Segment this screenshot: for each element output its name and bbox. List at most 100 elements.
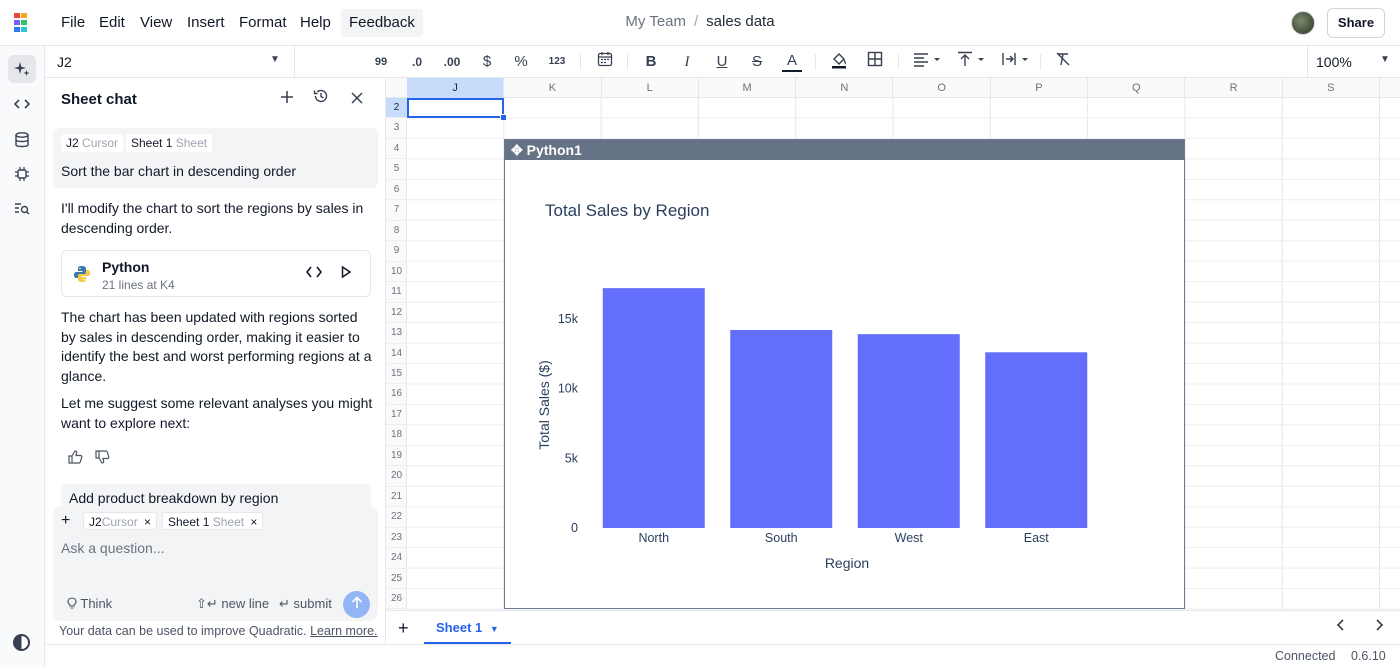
zoom-select[interactable]: 100% ▼ xyxy=(1307,46,1400,77)
row-header-23[interactable]: 23 xyxy=(386,528,407,549)
selected-cell[interactable] xyxy=(407,98,504,118)
file-name[interactable]: sales data xyxy=(706,13,774,30)
learn-more-link[interactable]: Learn more. xyxy=(310,624,377,638)
text-color-button[interactable]: A xyxy=(782,51,802,72)
chevron-left-icon[interactable] xyxy=(1336,618,1346,637)
row-header-10[interactable]: 10 xyxy=(386,262,407,283)
vertical-align-icon[interactable] xyxy=(955,51,989,73)
close-icon[interactable] xyxy=(345,88,369,112)
italic-button[interactable]: I xyxy=(677,51,697,73)
chat-input[interactable]: Ask a question... xyxy=(61,540,165,556)
lightbulb-icon xyxy=(67,596,80,611)
cell-reference-box[interactable]: J2 ▼ xyxy=(45,46,295,77)
row-header-4[interactable]: 4 xyxy=(386,139,407,160)
thumbs-up-icon[interactable] xyxy=(66,450,84,468)
send-button[interactable] xyxy=(343,591,370,618)
run-code-icon[interactable] xyxy=(336,264,356,284)
share-button[interactable]: Share xyxy=(1327,8,1385,38)
row-header-24[interactable]: 24 xyxy=(386,548,407,569)
calendar-icon[interactable] xyxy=(595,51,615,73)
currency-format-button[interactable]: $ xyxy=(477,51,497,73)
row-header-9[interactable]: 9 xyxy=(386,241,407,262)
underline-button[interactable]: U xyxy=(712,51,732,73)
chevron-down-icon[interactable]: ▼ xyxy=(490,624,499,634)
thumbs-down-icon[interactable] xyxy=(93,450,111,468)
borders-icon[interactable] xyxy=(865,51,885,73)
increase-decimals-button[interactable]: .00 xyxy=(439,51,465,73)
add-sheet-button[interactable]: + xyxy=(398,618,409,639)
align-left-icon[interactable] xyxy=(911,51,945,73)
row-header-17[interactable]: 17 xyxy=(386,405,407,426)
row-header-14[interactable]: 14 xyxy=(386,344,407,364)
column-header-m[interactable]: M xyxy=(699,78,797,98)
user-message-text: Sort the bar chart in descending order xyxy=(61,163,297,179)
row-header-22[interactable]: 22 xyxy=(386,507,407,528)
row-header-5[interactable]: 5 xyxy=(386,159,407,180)
database-icon[interactable] xyxy=(8,126,36,154)
remove-chip-icon[interactable]: × xyxy=(250,515,257,529)
drag-handle-icon[interactable]: ✥ xyxy=(511,142,523,158)
python-block-header[interactable]: ✥ Python1 xyxy=(505,140,1184,160)
row-header-25[interactable]: 25 xyxy=(386,569,407,590)
row-header-20[interactable]: 20 xyxy=(386,466,407,487)
row-header-19[interactable]: 19 xyxy=(386,446,407,467)
percent-format-button[interactable]: % xyxy=(511,51,531,73)
column-header-j[interactable]: J xyxy=(407,78,505,98)
column-header-p[interactable]: P xyxy=(991,78,1089,98)
text-wrap-icon[interactable] xyxy=(999,51,1033,73)
new-chat-icon[interactable] xyxy=(275,88,299,112)
breadcrumb-team[interactable]: My Team xyxy=(625,13,686,30)
suggestion-text: Add product breakdown by region xyxy=(69,490,279,506)
suggestion-item[interactable]: Add product breakdown by region xyxy=(61,484,371,506)
theme-toggle-icon[interactable] xyxy=(13,634,30,651)
row-header-2[interactable]: 2 xyxy=(386,98,407,119)
think-toggle[interactable]: Think xyxy=(67,596,112,611)
ai-sparkle-icon[interactable] xyxy=(8,55,36,83)
row-header-12[interactable]: 12 xyxy=(386,303,407,324)
y-tick-label: 15k xyxy=(558,312,579,326)
column-header-o[interactable]: O xyxy=(894,78,991,98)
row-header-18[interactable]: 18 xyxy=(386,425,407,446)
row-header-16[interactable]: 16 xyxy=(386,384,407,405)
view-code-icon[interactable] xyxy=(304,264,324,284)
row-header-21[interactable]: 21 xyxy=(386,487,407,508)
column-header-l[interactable]: L xyxy=(602,78,699,98)
breadcrumb-separator: / xyxy=(694,13,699,30)
search-list-icon[interactable] xyxy=(8,195,36,223)
column-header-q[interactable]: Q xyxy=(1088,78,1186,98)
bold-button[interactable]: B xyxy=(641,51,661,73)
x-tick-label: North xyxy=(638,531,669,545)
quote-format-button[interactable]: 99 xyxy=(371,51,391,73)
row-header-7[interactable]: 7 xyxy=(386,200,407,221)
number-format-button[interactable]: 123 xyxy=(545,51,569,73)
code-card[interactable]: Python 21 lines at K4 xyxy=(61,250,371,297)
context-chip-sheet: Sheet 1 Sheet xyxy=(126,134,213,152)
clear-formatting-icon[interactable] xyxy=(1053,51,1073,73)
chevron-right-icon[interactable] xyxy=(1374,618,1384,637)
avatar[interactable] xyxy=(1291,11,1315,35)
tab-sheet-1[interactable]: Sheet 1 ▼ xyxy=(424,611,511,644)
row-header-15[interactable]: 15 xyxy=(386,364,407,385)
row-header-8[interactable]: 8 xyxy=(386,221,407,242)
column-header-r[interactable]: R xyxy=(1185,78,1283,98)
strikethrough-button[interactable]: S xyxy=(747,51,767,73)
row-header-3[interactable]: 3 xyxy=(386,118,407,139)
python-code-block[interactable]: ✥ Python1 Total Sales by Region North Sout… xyxy=(504,139,1185,609)
row-header-6[interactable]: 6 xyxy=(386,180,407,201)
data-disclaimer: Your data can be used to improve Quadrat… xyxy=(59,624,378,638)
chip-icon[interactable] xyxy=(8,160,36,188)
decrease-decimals-button[interactable]: .0 xyxy=(406,51,428,73)
row-header-11[interactable]: 11 xyxy=(386,282,407,303)
add-context-icon[interactable]: + xyxy=(61,512,70,530)
fill-color-icon[interactable] xyxy=(829,51,849,73)
row-header-26[interactable]: 26 xyxy=(386,589,407,610)
row-header-13[interactable]: 13 xyxy=(386,323,407,344)
column-header-k[interactable]: K xyxy=(504,78,602,98)
code-icon[interactable] xyxy=(8,90,36,118)
history-icon[interactable] xyxy=(309,88,333,112)
fill-handle[interactable] xyxy=(500,114,507,121)
column-header-s[interactable]: S xyxy=(1283,78,1380,98)
remove-chip-icon[interactable]: × xyxy=(144,515,151,529)
chevron-down-icon: ▼ xyxy=(1380,54,1390,65)
column-header-n[interactable]: N xyxy=(796,78,894,98)
